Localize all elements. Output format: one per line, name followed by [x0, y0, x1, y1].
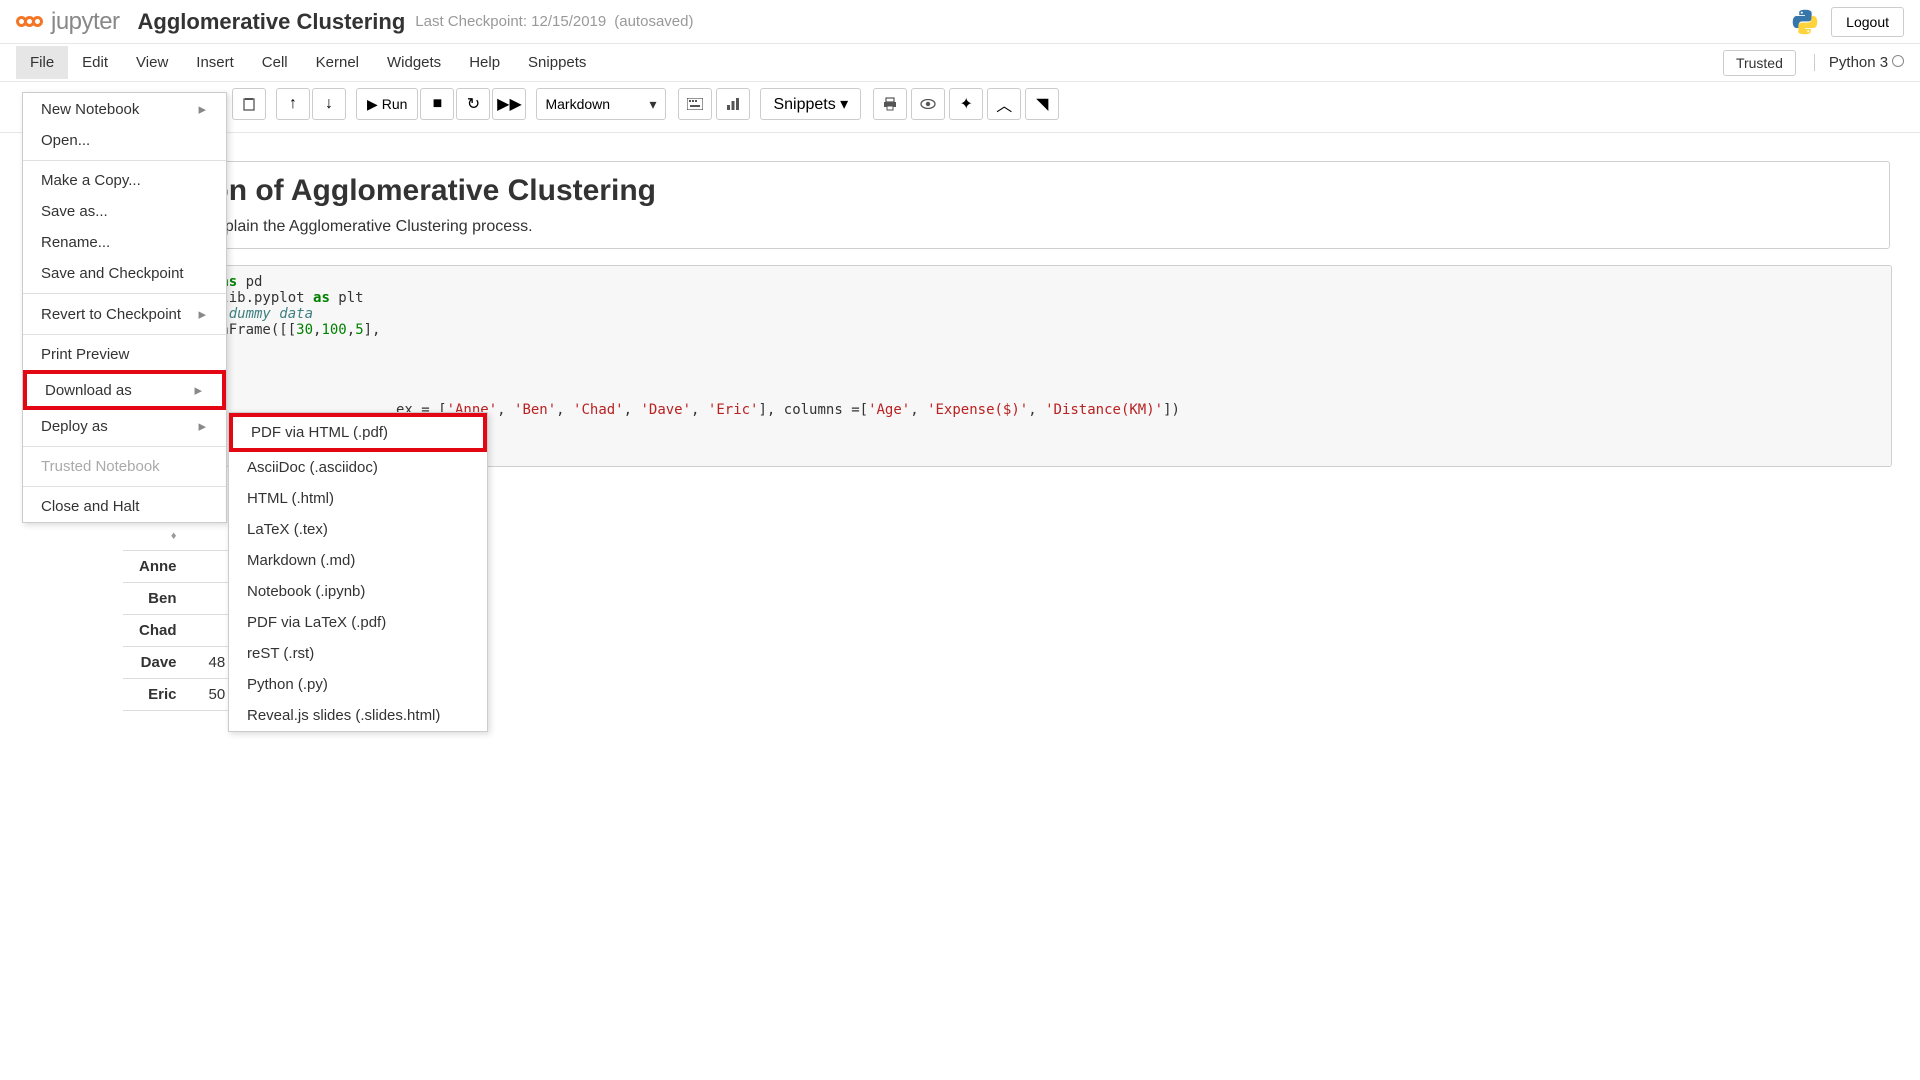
file-download-as[interactable]: Download as	[23, 370, 226, 410]
file-deploy-as[interactable]: Deploy as	[23, 410, 226, 442]
download-asciidoc[interactable]: AsciiDoc (.asciidoc)	[229, 452, 487, 483]
kernel-idle-icon	[1892, 55, 1904, 67]
jupyter-logo[interactable]: jupyter	[16, 8, 120, 36]
menu-file[interactable]: File	[16, 46, 68, 79]
download-reveal[interactable]: Reveal.js slides (.slides.html)	[229, 700, 487, 731]
separator	[23, 334, 226, 335]
file-close-halt[interactable]: Close and Halt	[23, 491, 226, 522]
menubar: File Edit View Insert Cell Kernel Widget…	[0, 44, 1920, 82]
file-save-as[interactable]: Save as...	[23, 196, 226, 227]
menu-edit[interactable]: Edit	[68, 46, 122, 79]
file-save-checkpoint[interactable]: Save and Checkpoint	[23, 258, 226, 289]
run-button[interactable]: ▶ Run	[356, 88, 418, 120]
download-latex[interactable]: LaTeX (.tex)	[229, 514, 487, 545]
kernel-indicator-group: Python 3	[1814, 54, 1904, 71]
logo-text: jupyter	[51, 8, 120, 36]
separator	[23, 486, 226, 487]
separator	[23, 293, 226, 294]
trusted-indicator[interactable]: Trusted	[1723, 50, 1796, 76]
cell-type-select[interactable]: Markdown	[536, 88, 666, 120]
file-revert[interactable]: Revert to Checkpoint	[23, 298, 226, 330]
menu-view[interactable]: View	[122, 46, 182, 79]
header: jupyter Agglomerative Clustering Last Ch…	[0, 0, 1920, 44]
heading-h1: rt Explanation of Agglomerative Clusteri…	[47, 174, 1873, 208]
move-up-button[interactable]: ↑	[276, 88, 310, 120]
jupyter-logo-icon	[16, 16, 43, 27]
download-rst[interactable]: reST (.rst)	[229, 638, 487, 669]
file-print-preview[interactable]: Print Preview	[23, 339, 226, 370]
markdown-cell[interactable]: rt Explanation of Agglomerative Clusteri…	[28, 159, 1892, 251]
menu-insert[interactable]: Insert	[182, 46, 248, 79]
snippets-button[interactable]: Snippets ▾	[760, 88, 861, 120]
move-down-button[interactable]: ↓	[312, 88, 346, 120]
run-label: Run	[382, 96, 408, 112]
logout-button[interactable]: Logout	[1831, 7, 1904, 37]
file-menu-dropdown: New Notebook Open... Make a Copy... Save…	[22, 92, 227, 523]
file-open[interactable]: Open...	[23, 125, 226, 156]
checkpoint-text: Last Checkpoint: 12/15/2019	[415, 13, 606, 30]
menu-help[interactable]: Help	[455, 46, 514, 79]
separator	[23, 446, 226, 447]
fast-forward-button[interactable]: ▶▶	[492, 88, 526, 120]
download-html[interactable]: HTML (.html)	[229, 483, 487, 514]
paragraph: otebook, I would try to explain the Aggl…	[47, 218, 1873, 236]
autosaved-text: (autosaved)	[614, 13, 693, 30]
table-corner[interactable]: ♦	[123, 519, 193, 551]
menu-kernel[interactable]: Kernel	[302, 46, 373, 79]
sparkle-icon[interactable]: ✦	[949, 88, 983, 120]
file-make-copy[interactable]: Make a Copy...	[23, 165, 226, 196]
print-icon[interactable]	[873, 88, 907, 120]
file-rename[interactable]: Rename...	[23, 227, 226, 258]
chart-icon[interactable]	[716, 88, 750, 120]
stop-button[interactable]: ■	[420, 88, 454, 120]
toolbar: ↑ ↓ ▶ Run ■ ↻ ▶▶ Markdown Snippets ▾ ✦ ︿…	[0, 82, 1920, 133]
tool-icon[interactable]: ◥	[1025, 88, 1059, 120]
up-caret-icon[interactable]: ︿	[987, 88, 1021, 120]
menu-widgets[interactable]: Widgets	[373, 46, 455, 79]
download-markdown[interactable]: Markdown (.md)	[229, 545, 487, 576]
download-pdf-html[interactable]: PDF via HTML (.pdf)	[229, 413, 487, 452]
kernel-logo-icon	[1791, 8, 1819, 36]
file-new-notebook[interactable]: New Notebook	[23, 93, 226, 125]
separator	[23, 160, 226, 161]
notebook-title[interactable]: Agglomerative Clustering	[138, 9, 406, 35]
paste-button[interactable]	[232, 88, 266, 120]
file-trusted-notebook: Trusted Notebook	[23, 451, 226, 482]
download-as-submenu: PDF via HTML (.pdf) AsciiDoc (.asciidoc)…	[228, 412, 488, 732]
download-python[interactable]: Python (.py)	[229, 669, 487, 700]
menu-cell[interactable]: Cell	[248, 46, 302, 79]
download-notebook[interactable]: Notebook (.ipynb)	[229, 576, 487, 607]
menu-snippets[interactable]: Snippets	[514, 46, 600, 79]
kernel-name: Python 3	[1829, 54, 1888, 71]
keyboard-icon[interactable]	[678, 88, 712, 120]
download-pdf-latex[interactable]: PDF via LaTeX (.pdf)	[229, 607, 487, 638]
preview-icon[interactable]	[911, 88, 945, 120]
restart-button[interactable]: ↻	[456, 88, 490, 120]
